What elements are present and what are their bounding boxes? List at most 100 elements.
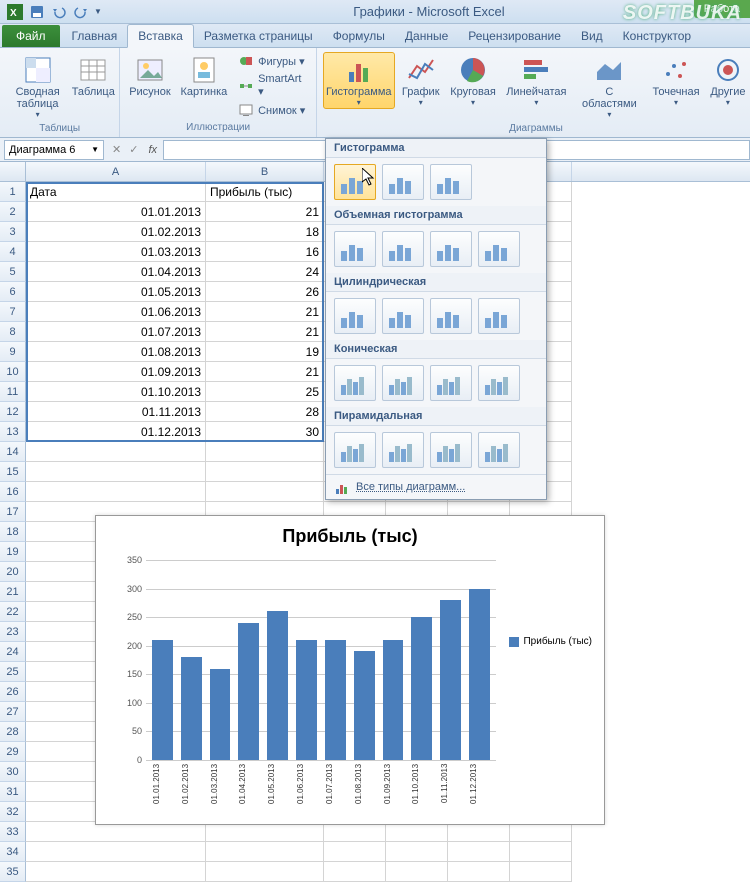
bar-chart-button[interactable]: Линейчатая▾ — [503, 52, 569, 109]
cell-A10[interactable]: 01.09.2013 — [26, 362, 206, 382]
row-header-33[interactable]: 33 — [0, 822, 26, 842]
row-header-32[interactable]: 32 — [0, 802, 26, 822]
all-chart-types-button[interactable]: Все типы диаграмм... — [326, 474, 546, 499]
chart-subtype-option[interactable] — [430, 298, 472, 334]
cell-A9[interactable]: 01.08.2013 — [26, 342, 206, 362]
save-icon[interactable] — [28, 3, 46, 21]
row-header-30[interactable]: 30 — [0, 762, 26, 782]
name-box[interactable]: Диаграмма 6 ▼ — [4, 140, 104, 160]
tab-разметка страницы[interactable]: Разметка страницы — [194, 25, 323, 47]
undo-icon[interactable] — [50, 3, 68, 21]
cell-B8[interactable]: 21 — [206, 322, 324, 342]
row-header-28[interactable]: 28 — [0, 722, 26, 742]
chart-bar[interactable] — [296, 640, 317, 760]
pivot-button[interactable]: Сводная таблица▾ — [6, 52, 69, 121]
chart-bar[interactable] — [440, 600, 461, 760]
cell-A6[interactable]: 01.05.2013 — [26, 282, 206, 302]
cell-G33[interactable] — [448, 822, 510, 842]
cell-B3[interactable]: 18 — [206, 222, 324, 242]
row-header-25[interactable]: 25 — [0, 662, 26, 682]
cell-A14[interactable] — [26, 442, 206, 462]
screenshot-button[interactable]: Снимок ▾ — [234, 101, 310, 119]
row-header-15[interactable]: 15 — [0, 462, 26, 482]
row-header-3[interactable]: 3 — [0, 222, 26, 242]
cell-A5[interactable]: 01.04.2013 — [26, 262, 206, 282]
chart-subtype-option[interactable] — [430, 231, 472, 267]
cell-B5[interactable]: 24 — [206, 262, 324, 282]
chart-subtype-option[interactable] — [430, 164, 472, 200]
row-header-17[interactable]: 17 — [0, 502, 26, 522]
column-header-A[interactable]: A — [26, 162, 206, 181]
cell-A8[interactable]: 01.07.2013 — [26, 322, 206, 342]
chart-subtype-option[interactable] — [430, 432, 472, 468]
chart-subtype-option[interactable] — [382, 432, 424, 468]
cell-B13[interactable]: 30 — [206, 422, 324, 442]
file-tab[interactable]: Файл — [2, 25, 60, 47]
clipart-button[interactable]: Картинка — [178, 52, 230, 100]
cell-B11[interactable]: 25 — [206, 382, 324, 402]
row-header-13[interactable]: 13 — [0, 422, 26, 442]
cell-A1[interactable]: Дата — [26, 182, 206, 202]
chart-subtype-option[interactable] — [478, 365, 520, 401]
chart-bar[interactable] — [267, 611, 288, 760]
cell-B9[interactable]: 19 — [206, 342, 324, 362]
qat-dropdown-icon[interactable]: ▼ — [94, 7, 102, 16]
enter-icon[interactable]: ✓ — [125, 143, 142, 156]
chart-subtype-option[interactable] — [334, 365, 376, 401]
row-header-14[interactable]: 14 — [0, 442, 26, 462]
row-header-16[interactable]: 16 — [0, 482, 26, 502]
scatter-chart-button[interactable]: Точечная▾ — [649, 52, 703, 109]
row-header-12[interactable]: 12 — [0, 402, 26, 422]
row-header-9[interactable]: 9 — [0, 342, 26, 362]
cell-E35[interactable] — [324, 862, 386, 882]
chart-plot-area[interactable] — [146, 560, 496, 760]
line-chart-button[interactable]: График▾ — [399, 52, 443, 109]
cell-A4[interactable]: 01.03.2013 — [26, 242, 206, 262]
row-header-11[interactable]: 11 — [0, 382, 26, 402]
row-header-8[interactable]: 8 — [0, 322, 26, 342]
chart-subtype-option[interactable] — [334, 164, 376, 200]
chart-legend[interactable]: Прибыль (тыс) — [509, 636, 592, 647]
row-header-22[interactable]: 22 — [0, 602, 26, 622]
cell-F34[interactable] — [386, 842, 448, 862]
cell-B1[interactable]: Прибыль (тыс) — [206, 182, 324, 202]
cell-A3[interactable]: 01.02.2013 — [26, 222, 206, 242]
smartart-button[interactable]: SmartArt ▾ — [234, 72, 310, 99]
cell-G35[interactable] — [448, 862, 510, 882]
chart-bar[interactable] — [354, 651, 375, 760]
name-box-dropdown-icon[interactable]: ▼ — [91, 145, 99, 154]
cell-F35[interactable] — [386, 862, 448, 882]
row-header-6[interactable]: 6 — [0, 282, 26, 302]
cell-A13[interactable]: 01.12.2013 — [26, 422, 206, 442]
tab-формулы[interactable]: Формулы — [323, 25, 395, 47]
cell-A15[interactable] — [26, 462, 206, 482]
cell-A2[interactable]: 01.01.2013 — [26, 202, 206, 222]
cell-A12[interactable]: 01.11.2013 — [26, 402, 206, 422]
cell-B12[interactable]: 28 — [206, 402, 324, 422]
select-all-corner[interactable] — [0, 162, 26, 181]
cell-G34[interactable] — [448, 842, 510, 862]
tab-данные[interactable]: Данные — [395, 25, 458, 47]
row-header-34[interactable]: 34 — [0, 842, 26, 862]
chart-subtype-option[interactable] — [478, 298, 520, 334]
chart-bar[interactable] — [325, 640, 346, 760]
tab-рецензирование[interactable]: Рецензирование — [458, 25, 571, 47]
row-header-18[interactable]: 18 — [0, 522, 26, 542]
cell-B33[interactable] — [206, 822, 324, 842]
cell-B6[interactable]: 26 — [206, 282, 324, 302]
chart-subtype-option[interactable] — [478, 231, 520, 267]
column-chart-button[interactable]: Гистограмма▾ — [323, 52, 395, 109]
row-header-31[interactable]: 31 — [0, 782, 26, 802]
row-header-10[interactable]: 10 — [0, 362, 26, 382]
row-header-5[interactable]: 5 — [0, 262, 26, 282]
redo-icon[interactable] — [72, 3, 90, 21]
row-header-2[interactable]: 2 — [0, 202, 26, 222]
cell-H35[interactable] — [510, 862, 572, 882]
chart-bar[interactable] — [152, 640, 173, 760]
row-header-35[interactable]: 35 — [0, 862, 26, 882]
cancel-icon[interactable]: ✕ — [108, 143, 125, 156]
row-header-7[interactable]: 7 — [0, 302, 26, 322]
cell-F33[interactable] — [386, 822, 448, 842]
chart-subtype-option[interactable] — [382, 298, 424, 334]
cell-E34[interactable] — [324, 842, 386, 862]
